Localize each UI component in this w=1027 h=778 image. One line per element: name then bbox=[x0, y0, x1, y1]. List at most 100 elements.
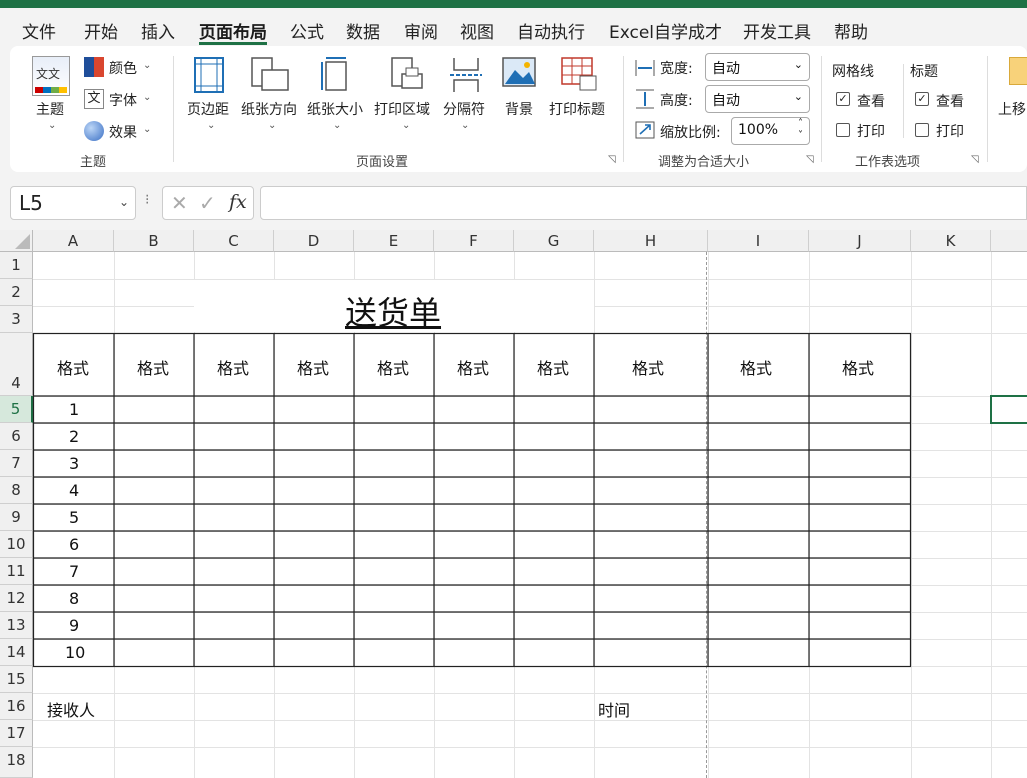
tab-page-layout[interactable]: 页面布局 bbox=[199, 18, 267, 43]
tab-insert[interactable]: 插入 bbox=[141, 18, 175, 43]
tab-help[interactable]: 帮助 bbox=[834, 18, 868, 43]
table-row-number[interactable]: 8 bbox=[69, 589, 79, 608]
height-select[interactable]: 自动 ⌄ bbox=[705, 85, 810, 113]
height-icon bbox=[636, 89, 654, 109]
scale-spinner[interactable]: 100% ˄ ˅ bbox=[731, 117, 810, 145]
insert-function-icon[interactable]: fx bbox=[229, 191, 247, 213]
print-area-chevron-icon[interactable]: ⌄ bbox=[402, 120, 410, 131]
effects-chevron-icon[interactable]: ⌄ bbox=[143, 124, 151, 135]
orientation-icon[interactable] bbox=[250, 56, 290, 94]
table-header-cell[interactable]: 格式 bbox=[297, 355, 329, 379]
width-label: 宽度: bbox=[660, 61, 693, 77]
more-options-icon[interactable]: ⁝ bbox=[145, 192, 149, 208]
scale-group-label: 调整为合适大小 bbox=[658, 155, 750, 170]
fonts-button[interactable]: 字体 bbox=[109, 90, 137, 110]
headings-print-checkbox[interactable] bbox=[915, 123, 929, 137]
gridlines-view-checkbox[interactable]: ✓ bbox=[836, 92, 850, 106]
headings-view-checkbox[interactable]: ✓ bbox=[915, 92, 929, 106]
table-header-cell[interactable]: 格式 bbox=[377, 355, 409, 379]
tab-excel-self-study[interactable]: Excel自学成才 bbox=[609, 18, 722, 43]
enter-icon[interactable]: ✓ bbox=[199, 191, 216, 215]
table-row-number[interactable]: 5 bbox=[69, 508, 79, 527]
tab-automate[interactable]: 自动执行 bbox=[517, 18, 585, 43]
gridlines-view-label: 查看 bbox=[857, 94, 885, 110]
table-row-number[interactable]: 1 bbox=[69, 400, 79, 419]
background-icon[interactable] bbox=[501, 56, 537, 90]
themes-chevron-icon[interactable]: ⌄ bbox=[48, 120, 56, 131]
name-box[interactable]: L5 ⌄ bbox=[10, 186, 136, 220]
divider bbox=[903, 64, 904, 138]
table-row-number[interactable]: 3 bbox=[69, 454, 79, 473]
table-row-number[interactable]: 6 bbox=[69, 535, 79, 554]
time-label[interactable]: 时间 bbox=[598, 697, 630, 721]
width-icon bbox=[635, 60, 655, 76]
print-area-icon[interactable] bbox=[388, 56, 424, 94]
divider bbox=[821, 56, 822, 162]
table-header-cell[interactable]: 格式 bbox=[537, 355, 569, 379]
table-header-cell[interactable]: 格式 bbox=[740, 355, 772, 379]
table-row-number[interactable]: 2 bbox=[69, 427, 79, 446]
fonts-chevron-icon[interactable]: ⌄ bbox=[143, 92, 151, 103]
chevron-down-icon: ⌄ bbox=[793, 90, 803, 103]
divider bbox=[987, 56, 988, 162]
size-button[interactable]: 纸张大小 bbox=[307, 99, 363, 119]
table-header-cell[interactable]: 格式 bbox=[217, 355, 249, 379]
table-row-number[interactable]: 10 bbox=[65, 643, 85, 662]
table-row-number[interactable]: 7 bbox=[69, 562, 79, 581]
effects-button[interactable]: 效果 bbox=[109, 122, 137, 142]
table-row-number[interactable]: 9 bbox=[69, 616, 79, 635]
ribbon: 文文 主题 ⌄ 颜色 ⌄ 文 字体 ⌄ 效果 ⌄ 主题 页边距 ⌄ 纸张方向 ⌄… bbox=[10, 46, 1027, 172]
margins-icon[interactable] bbox=[193, 56, 225, 94]
table-header-cell[interactable]: 格式 bbox=[842, 355, 874, 379]
breaks-icon[interactable] bbox=[448, 56, 484, 94]
size-icon[interactable] bbox=[318, 56, 352, 94]
page-setup-dialog-launcher-icon[interactable]: ◹ bbox=[608, 154, 616, 165]
tab-home[interactable]: 开始 bbox=[84, 18, 118, 43]
breaks-chevron-icon[interactable]: ⌄ bbox=[461, 120, 469, 131]
margins-button[interactable]: 页边距 bbox=[187, 99, 229, 119]
width-select[interactable]: 自动 ⌄ bbox=[705, 53, 810, 81]
breaks-button[interactable]: 分隔符 bbox=[443, 99, 485, 119]
tab-file[interactable]: 文件 bbox=[22, 18, 56, 43]
headings-print-label: 打印 bbox=[936, 124, 964, 140]
selected-cell[interactable] bbox=[990, 395, 1027, 424]
colors-button[interactable]: 颜色 bbox=[109, 58, 137, 78]
bring-forward-icon[interactable] bbox=[1009, 57, 1027, 85]
spinner-arrows-icon[interactable]: ˄ ˅ bbox=[798, 118, 803, 142]
tab-view[interactable]: 视图 bbox=[460, 18, 494, 43]
table-header-cell[interactable]: 格式 bbox=[457, 355, 489, 379]
worksheet-grid[interactable]: A B C D E F G H I J K 1 2 3 4 5 6 7 8 9 … bbox=[0, 230, 1027, 778]
headings-view-label: 查看 bbox=[936, 94, 964, 110]
table-row-number[interactable]: 4 bbox=[69, 481, 79, 500]
background-button[interactable]: 背景 bbox=[505, 99, 533, 119]
receiver-label[interactable]: 接收人 bbox=[47, 697, 95, 721]
cancel-icon[interactable]: ✕ bbox=[171, 191, 188, 215]
tab-data[interactable]: 数据 bbox=[346, 18, 380, 43]
print-area-button[interactable]: 打印区域 bbox=[374, 99, 430, 119]
tab-review[interactable]: 审阅 bbox=[404, 18, 438, 43]
orientation-button[interactable]: 纸张方向 bbox=[241, 99, 297, 119]
gridlines-print-label: 打印 bbox=[857, 124, 885, 140]
orientation-chevron-icon[interactable]: ⌄ bbox=[268, 120, 276, 131]
margins-chevron-icon[interactable]: ⌄ bbox=[207, 120, 215, 131]
chevron-down-icon[interactable]: ⌄ bbox=[119, 195, 129, 209]
table-header-cell[interactable]: 格式 bbox=[632, 355, 664, 379]
scale-dialog-launcher-icon[interactable]: ◹ bbox=[806, 154, 814, 165]
themes-icon[interactable]: 文文 bbox=[32, 56, 70, 96]
size-chevron-icon[interactable]: ⌄ bbox=[333, 120, 341, 131]
colors-chevron-icon[interactable]: ⌄ bbox=[143, 60, 151, 71]
print-titles-button[interactable]: 打印标题 bbox=[549, 99, 605, 119]
title-bar bbox=[0, 0, 1027, 8]
tab-developer[interactable]: 开发工具 bbox=[743, 18, 811, 43]
table-header-cell[interactable]: 格式 bbox=[57, 355, 89, 379]
themes-button[interactable]: 主题 bbox=[36, 99, 64, 119]
headings-label: 标题 bbox=[910, 64, 938, 80]
bring-forward-button[interactable]: 上移 bbox=[998, 99, 1026, 119]
sheet-options-dialog-launcher-icon[interactable]: ◹ bbox=[971, 154, 979, 165]
print-titles-icon[interactable] bbox=[560, 56, 598, 92]
theme-group-label: 主题 bbox=[80, 155, 107, 170]
formula-input[interactable] bbox=[260, 186, 1027, 220]
gridlines-print-checkbox[interactable] bbox=[836, 123, 850, 137]
tab-formulas[interactable]: 公式 bbox=[290, 18, 324, 43]
table-header-cell[interactable]: 格式 bbox=[137, 355, 169, 379]
